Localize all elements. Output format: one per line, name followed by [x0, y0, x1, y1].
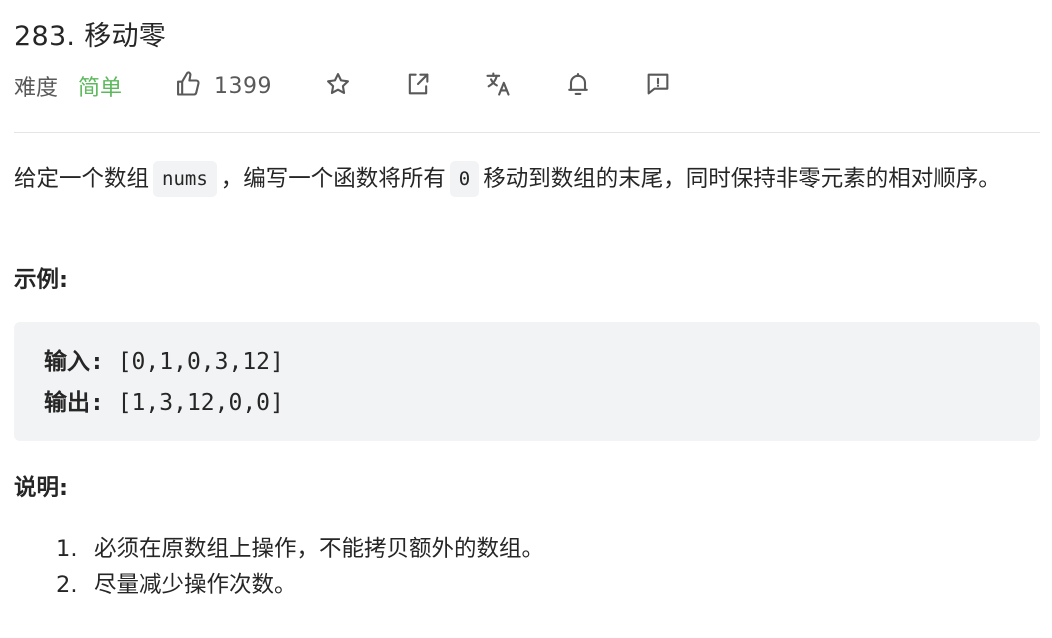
share-icon [404, 70, 432, 102]
list-item: 2. 尽量减少操作次数。 [56, 567, 544, 603]
like-button[interactable]: 1399 [174, 70, 272, 102]
description-text: ，编写一个函数将所有 [220, 166, 446, 192]
example-heading: 示例: [14, 267, 68, 293]
inline-code-nums: nums [153, 161, 217, 197]
example-output-line: 输出: [1,3,12,0,0] [44, 383, 1010, 424]
list-item-number: 1. [56, 536, 78, 562]
difficulty-badge: 简单 [78, 76, 123, 101]
notes-heading: 说明: [14, 475, 68, 501]
star-icon [324, 70, 352, 102]
example-input-line: 输入: [0,1,0,3,12] [44, 342, 1010, 383]
translate-button[interactable] [484, 70, 512, 102]
list-item-number: 2. [56, 572, 78, 598]
header-divider [14, 132, 1040, 133]
example-input-value: [0,1,0,3,12] [103, 349, 284, 375]
notes-list: 1. 必须在原数组上操作，不能拷贝额外的数组。 2. 尽量减少操作次数。 [56, 531, 544, 603]
bell-icon [564, 70, 592, 102]
problem-title: 283. 移动零 [14, 21, 167, 52]
difficulty-label: 难度 [14, 76, 59, 101]
share-button[interactable] [404, 70, 432, 102]
problem-meta-bar: 难度 简单 1399 [14, 66, 1040, 106]
like-count: 1399 [214, 73, 273, 99]
problem-description: 给定一个数组 nums ，编写一个函数将所有 0 移动到数组的末尾，同时保持非零元素的相… [14, 160, 1040, 198]
favorite-button[interactable] [324, 70, 352, 102]
example-output-value: [1,3,12,0,0] [103, 390, 284, 416]
inline-code-zero: 0 [449, 161, 480, 197]
description-text: 移动到数组的末尾，同时保持非零元素的相对顺序。 [483, 166, 1001, 192]
feedback-icon [644, 70, 672, 102]
description-text: 给定一个数组 [14, 166, 150, 192]
list-item: 1. 必须在原数组上操作，不能拷贝额外的数组。 [56, 531, 544, 567]
list-item-text: 必须在原数组上操作，不能拷贝额外的数组。 [94, 536, 545, 562]
translate-icon [484, 70, 512, 102]
subscribe-button[interactable] [564, 70, 592, 102]
list-item-text: 尽量减少操作次数。 [94, 572, 297, 598]
example-code-block: 输入: [0,1,0,3,12] 输出: [1,3,12,0,0] [14, 322, 1040, 441]
feedback-button[interactable] [644, 70, 672, 102]
thumbs-up-icon [174, 70, 202, 102]
example-output-label: 输出: [44, 390, 104, 416]
example-input-label: 输入: [44, 349, 104, 375]
